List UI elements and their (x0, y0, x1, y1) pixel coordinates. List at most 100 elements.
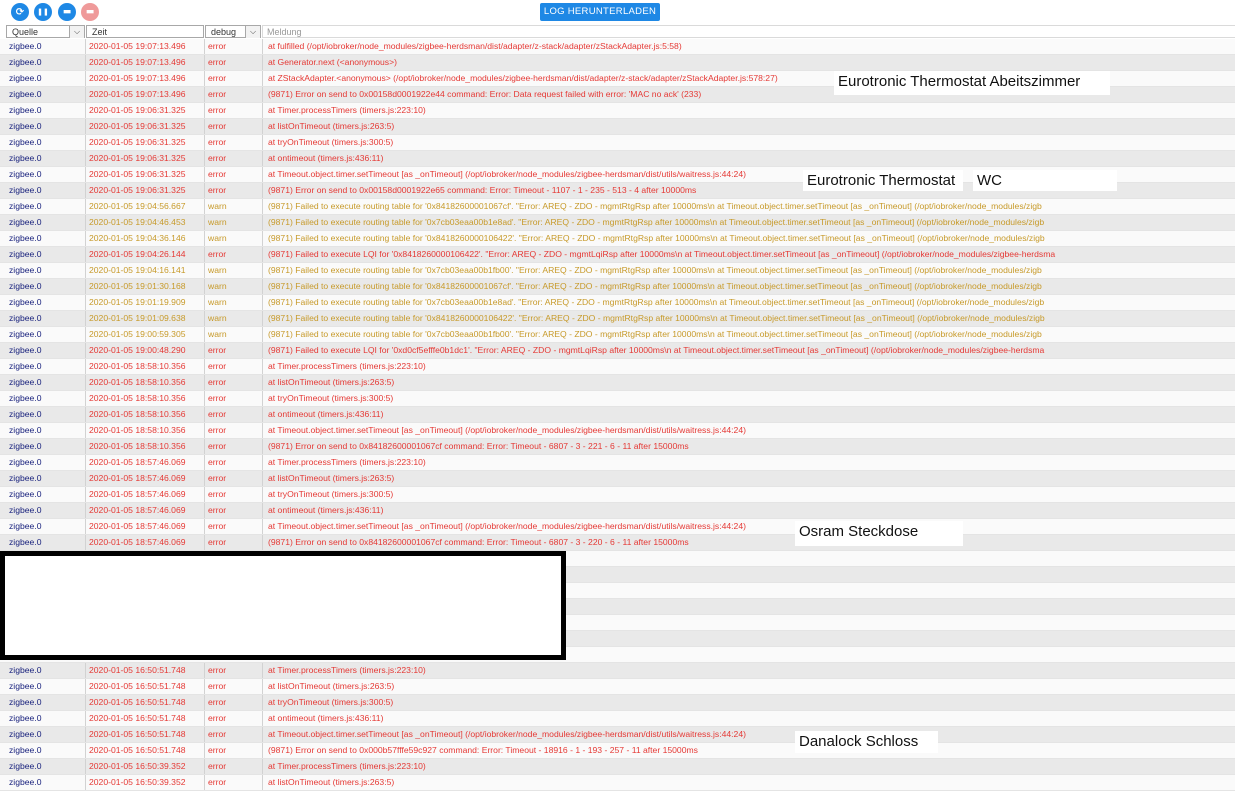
log-toolbar: ⟳ ❚❚ ▬ ▬ LOG HERUNTERLADEN (0, 0, 1235, 24)
message-cell: at listOnTimeout (timers.js:263:5) (268, 473, 395, 483)
log-row: zigbee.0 2020-01-05 16:50:39.352 error at l… (0, 775, 1235, 791)
message-cell: at listOnTimeout (timers.js:263:5) (268, 681, 395, 691)
column-divider (204, 183, 205, 198)
column-divider (204, 519, 205, 534)
column-divider (85, 87, 86, 102)
level-cell: error (208, 105, 227, 115)
level-cell: error (208, 137, 227, 147)
column-divider (85, 439, 86, 454)
column-divider (204, 359, 205, 374)
column-divider (262, 695, 263, 710)
level-filter-label: debug (211, 27, 237, 37)
source-cell: zigbee.0 (9, 441, 42, 451)
level-cell: warn (208, 297, 227, 307)
log-row: zigbee.0 2020-01-05 18:58:10.356 error at o… (0, 407, 1235, 423)
time-cell: 2020-01-05 19:06:31.325 (89, 185, 186, 195)
column-divider (204, 263, 205, 278)
clear-log-button[interactable]: ▬ (58, 3, 76, 21)
time-filter-input[interactable]: Zeit (86, 25, 204, 38)
column-divider (85, 455, 86, 470)
message-cell: (9871) Failed to execute routing table f… (268, 217, 1045, 227)
time-cell: 2020-01-05 19:04:46.453 (89, 217, 186, 227)
column-divider (85, 311, 86, 326)
column-divider (262, 295, 263, 310)
column-divider (262, 407, 263, 422)
message-filter-input[interactable]: Meldung (262, 25, 1235, 38)
log-row: zigbee.0 2020-01-05 18:57:46.069 error at T… (0, 455, 1235, 471)
column-divider (262, 119, 263, 134)
level-cell: error (208, 361, 227, 371)
log-row: zigbee.0 2020-01-05 19:06:31.325 error at T… (0, 103, 1235, 119)
column-divider (85, 359, 86, 374)
message-cell: at Timeout.object.timer.setTimeout [as _… (268, 521, 746, 531)
time-cell: 2020-01-05 19:01:30.168 (89, 281, 186, 291)
trash-icon: ▬ (62, 7, 72, 17)
column-divider (85, 519, 86, 534)
level-cell: error (208, 89, 227, 99)
log-row: zigbee.0 2020-01-05 18:58:10.356 error at l… (0, 375, 1235, 391)
source-filter-select[interactable]: Quelle ⌵ (6, 25, 85, 38)
level-cell: error (208, 249, 227, 259)
message-cell: at listOnTimeout (timers.js:263:5) (268, 121, 395, 131)
annotation-note: Eurotronic Thermostat Abeitszimmer (834, 71, 1110, 95)
time-cell: 2020-01-05 18:57:46.069 (89, 537, 186, 547)
log-row: zigbee.0 2020-01-05 19:01:19.909 warn (9871… (0, 295, 1235, 311)
column-divider (204, 407, 205, 422)
column-divider (262, 391, 263, 406)
message-cell: at ontimeout (timers.js:436:11) (268, 505, 384, 515)
level-cell: warn (208, 313, 227, 323)
column-divider (262, 311, 263, 326)
column-divider (85, 39, 86, 54)
log-row: zigbee.0 2020-01-05 19:01:09.638 warn (9871… (0, 311, 1235, 327)
log-row: zigbee.0 2020-01-05 19:00:48.290 error (987… (0, 343, 1235, 359)
column-divider (85, 391, 86, 406)
column-divider (85, 375, 86, 390)
message-cell: at Timer.processTimers (timers.js:223:10… (268, 105, 426, 115)
column-divider (204, 343, 205, 358)
delete-log-button[interactable]: ▬ (81, 3, 99, 21)
message-cell: (9871) Failed to execute LQI for '0x8418… (268, 249, 1056, 259)
log-row: zigbee.0 2020-01-05 16:50:51.748 error at t… (0, 695, 1235, 711)
column-divider (85, 487, 86, 502)
level-cell: error (208, 425, 227, 435)
level-cell: error (208, 761, 227, 771)
column-divider (204, 439, 205, 454)
level-cell: warn (208, 281, 227, 291)
level-cell: error (208, 521, 227, 531)
column-divider (85, 215, 86, 230)
download-log-button[interactable]: LOG HERUNTERLADEN (540, 3, 660, 21)
source-cell: zigbee.0 (9, 105, 42, 115)
source-cell: zigbee.0 (9, 457, 42, 467)
column-divider (85, 503, 86, 518)
pause-button[interactable]: ❚❚ (34, 3, 52, 21)
source-cell: zigbee.0 (9, 249, 42, 259)
source-cell: zigbee.0 (9, 153, 42, 163)
message-cell: (9871) Failed to execute routing table f… (268, 297, 1045, 307)
source-cell: zigbee.0 (9, 761, 42, 771)
log-row: zigbee.0 2020-01-05 19:07:13.496 error at G… (0, 55, 1235, 71)
time-cell: 2020-01-05 16:50:51.748 (89, 665, 186, 675)
time-cell: 2020-01-05 19:04:26.144 (89, 249, 186, 259)
time-cell: 2020-01-05 16:50:51.748 (89, 681, 186, 691)
time-cell: 2020-01-05 19:04:56.667 (89, 201, 186, 211)
message-cell: (9871) Failed to execute LQI for '0xd0cf… (268, 345, 1045, 355)
source-cell: zigbee.0 (9, 313, 42, 323)
message-cell: at Timer.processTimers (timers.js:223:10… (268, 761, 426, 771)
column-divider (85, 663, 86, 678)
time-cell: 2020-01-05 16:50:39.352 (89, 761, 186, 771)
log-row: zigbee.0 2020-01-05 16:50:51.748 error at T… (0, 663, 1235, 679)
column-divider (85, 471, 86, 486)
redacted-area (0, 551, 566, 660)
log-row: zigbee.0 2020-01-05 19:06:31.325 error at o… (0, 151, 1235, 167)
level-cell: error (208, 665, 227, 675)
column-divider (85, 135, 86, 150)
refresh-button[interactable]: ⟳ (11, 3, 29, 21)
log-row: zigbee.0 2020-01-05 18:57:46.069 error at T… (0, 519, 1235, 535)
level-filter-select[interactable]: debug ⌵ (205, 25, 261, 38)
level-cell: error (208, 537, 227, 547)
level-cell: error (208, 169, 227, 179)
log-row: zigbee.0 2020-01-05 19:04:56.667 warn (9871… (0, 199, 1235, 215)
annotation-note: Osram Steckdose (795, 521, 963, 546)
message-cell: at tryOnTimeout (timers.js:300:5) (268, 137, 394, 147)
column-divider (262, 279, 263, 294)
